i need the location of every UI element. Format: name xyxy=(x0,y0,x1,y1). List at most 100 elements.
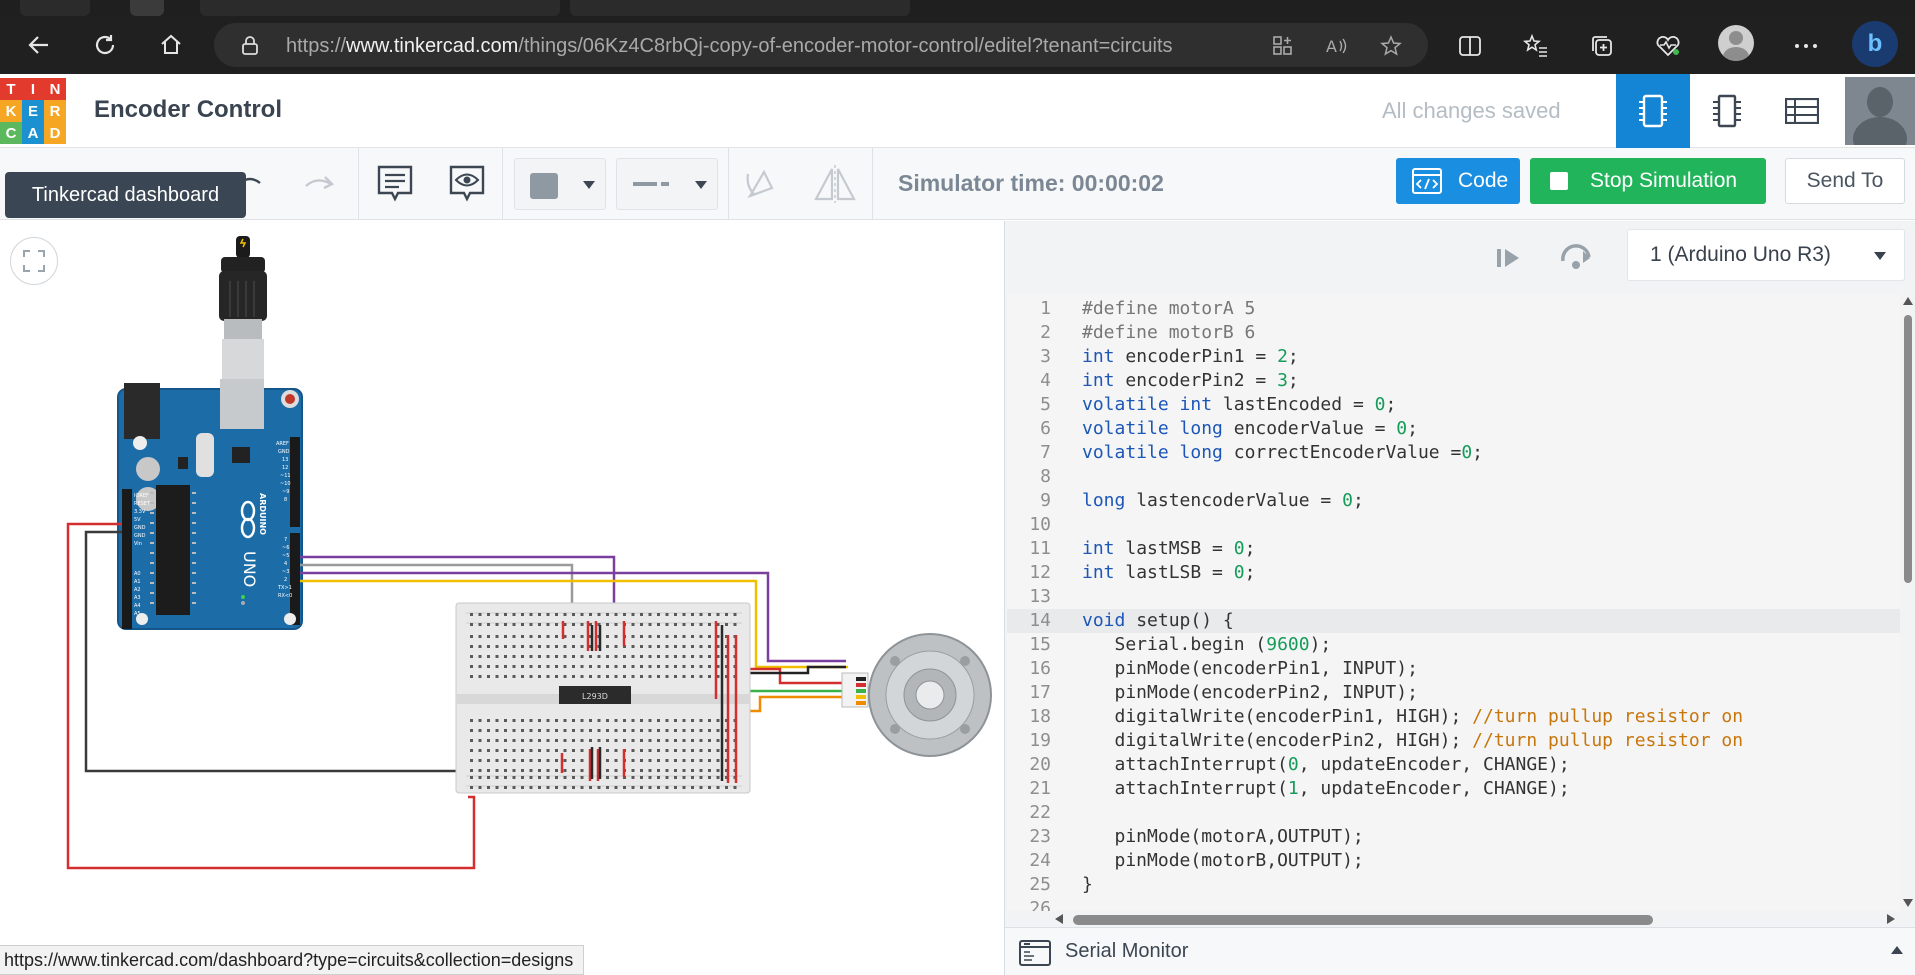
breadboard[interactable]: L293D xyxy=(455,602,751,794)
read-aloud-icon[interactable]: A xyxy=(1324,33,1350,59)
stop-simulation-button[interactable]: Stop Simulation xyxy=(1530,158,1766,204)
code-line[interactable]: 9 long lastencoderValue = 0; xyxy=(1007,489,1900,513)
app-available-icon[interactable] xyxy=(1270,33,1296,59)
breadboard-hole xyxy=(691,786,694,789)
code-line[interactable]: 8 xyxy=(1007,465,1900,489)
collections-icon[interactable] xyxy=(1586,30,1618,62)
code-line[interactable]: 16 pinMode(encoderPin1, INPUT); xyxy=(1007,657,1900,681)
vertical-scroll-thumb[interactable] xyxy=(1904,315,1912,583)
breadboard-hole xyxy=(614,759,618,762)
code-line[interactable]: 12 int lastLSB = 0; xyxy=(1007,561,1900,585)
browser-profile-avatar[interactable] xyxy=(1718,25,1754,61)
breadboard-hole xyxy=(572,665,575,668)
tinkercad-logo[interactable]: TINKERCAD xyxy=(0,78,66,144)
circuit-canvas[interactable]: IOREF RESET 3.3V 5V GND GND Vin A0 A1 A2 A3 A4 A5 A… xyxy=(0,221,1004,975)
serial-monitor-bar[interactable]: Serial Monitor xyxy=(1005,927,1915,975)
address-bar[interactable]: https://www.tinkercad.com/things/06Kz4C8… xyxy=(214,23,1428,67)
breadboard-hole xyxy=(529,769,533,772)
code-line[interactable]: 3 int encoderPin1 = 2; xyxy=(1007,345,1900,369)
code-line[interactable]: 22 xyxy=(1007,801,1900,825)
code-line[interactable]: 15 Serial.begin (9600); xyxy=(1007,633,1900,657)
code-line[interactable]: 26 xyxy=(1007,897,1900,911)
breadboard-hole xyxy=(606,623,609,626)
notes-visibility-icon[interactable] xyxy=(446,162,488,206)
code-line[interactable]: 18 digitalWrite(encoderPin1, HIGH); //tu… xyxy=(1007,705,1900,729)
browser-tab-active[interactable] xyxy=(130,0,164,16)
line-number: 14 xyxy=(1029,610,1051,631)
more-options-icon[interactable] xyxy=(1790,30,1822,62)
code-line[interactable]: 2 #define motorB 6 xyxy=(1007,321,1900,345)
breadboard-hole xyxy=(478,665,482,668)
breadboard-hole xyxy=(563,759,567,762)
code-line[interactable]: 4 int encoderPin2 = 3; xyxy=(1007,369,1900,393)
code-line[interactable]: 20 attachInterrupt(0, updateEncoder, CHA… xyxy=(1007,753,1900,777)
code-line[interactable]: 13 xyxy=(1007,585,1900,609)
code-line[interactable]: 5 volatile int lastEncoded = 0; xyxy=(1007,393,1900,417)
breadboard-hole xyxy=(708,655,711,658)
breadboard-hole xyxy=(521,645,524,648)
copilot-icon[interactable]: b xyxy=(1852,21,1898,67)
breadboard-hole xyxy=(623,719,626,722)
redo-icon[interactable] xyxy=(300,162,340,206)
browser-essentials-icon[interactable] xyxy=(1652,30,1684,62)
breadboard-hole xyxy=(699,655,703,658)
vertical-scrollbar[interactable] xyxy=(1900,295,1915,911)
step-over-icon[interactable] xyxy=(1559,241,1593,273)
code-line[interactable]: 24 pinMode(motorB,OUTPUT); xyxy=(1007,849,1900,873)
toolbar-divider xyxy=(502,148,503,220)
code-line[interactable]: 23 pinMode(motorA,OUTPUT); xyxy=(1007,825,1900,849)
breadboard-hole xyxy=(538,675,541,678)
list-view-icon xyxy=(1785,98,1819,124)
breadboard-hole xyxy=(529,719,533,722)
rotate-icon[interactable] xyxy=(740,162,782,206)
component-list-button[interactable] xyxy=(1765,74,1839,148)
breadboard-hole xyxy=(699,739,703,742)
svg-text:RESET: RESET xyxy=(134,501,151,507)
design-title[interactable]: Encoder Control xyxy=(94,96,282,124)
code-line[interactable]: 6 volatile long encoderValue = 0; xyxy=(1007,417,1900,441)
code-line[interactable]: 10 xyxy=(1007,513,1900,537)
breadboard-hole xyxy=(589,665,592,668)
code-line[interactable]: 17 pinMode(encoderPin2, INPUT); xyxy=(1007,681,1900,705)
code-line[interactable]: 25} xyxy=(1007,873,1900,897)
circuit-view-button[interactable] xyxy=(1616,74,1690,148)
breadboard-hole xyxy=(487,613,490,616)
encoder-motor[interactable] xyxy=(841,633,992,757)
favorite-star-icon[interactable] xyxy=(1378,33,1404,59)
code-line[interactable]: 11 int lastMSB = 0; xyxy=(1007,537,1900,561)
breadboard-hole xyxy=(478,645,482,648)
wire-color-dropdown[interactable] xyxy=(514,158,606,210)
arduino-uno-board[interactable]: IOREFRESET3.3V5VGNDGNDVin A0A1A2A3A4A5 A… xyxy=(117,379,303,630)
refresh-icon[interactable] xyxy=(86,26,124,64)
flip-icon[interactable] xyxy=(810,162,860,206)
code-line[interactable]: 19 digitalWrite(encoderPin2, HIGH); //tu… xyxy=(1007,729,1900,753)
breadboard-hole xyxy=(691,719,694,722)
code-line[interactable]: 7 volatile long correctEncoderValue =0; xyxy=(1007,441,1900,465)
user-avatar[interactable] xyxy=(1845,77,1915,145)
home-icon[interactable] xyxy=(152,26,190,64)
code-line[interactable]: 1 #define motorA 5 xyxy=(1007,297,1900,321)
code-editor[interactable]: 1 #define motorA 5 2 #define motorB 6 3 int e… xyxy=(1007,295,1900,911)
browser-tab[interactable] xyxy=(570,0,910,16)
split-screen-icon[interactable] xyxy=(1454,30,1486,62)
chevron-up-icon[interactable] xyxy=(1891,946,1903,954)
horizontal-scroll-thumb[interactable] xyxy=(1073,915,1653,925)
browser-tab[interactable] xyxy=(20,0,90,16)
code-text: long lastencoderValue = 0; xyxy=(1082,490,1364,511)
favorites-icon[interactable] xyxy=(1520,30,1552,62)
breadboard-hole xyxy=(682,655,686,658)
board-selector[interactable]: 1 (Arduino Uno R3) xyxy=(1627,229,1905,281)
notes-icon[interactable] xyxy=(374,162,416,206)
breadboard-hole xyxy=(691,655,694,658)
code-line[interactable]: 21 attachInterrupt(1, updateEncoder, CHA… xyxy=(1007,777,1900,801)
code-button[interactable]: Code xyxy=(1396,158,1520,204)
schematic-view-button[interactable] xyxy=(1690,74,1764,148)
line-number: 6 xyxy=(1040,418,1051,439)
back-icon[interactable] xyxy=(20,26,58,64)
code-line[interactable]: 14 void setup() { xyxy=(1007,609,1900,633)
horizontal-scrollbar[interactable] xyxy=(1053,911,1900,927)
send-to-button[interactable]: Send To xyxy=(1785,158,1905,204)
wire-type-dropdown[interactable] xyxy=(616,158,718,210)
browser-tab[interactable] xyxy=(200,0,560,16)
step-debug-icon[interactable] xyxy=(1493,243,1523,273)
